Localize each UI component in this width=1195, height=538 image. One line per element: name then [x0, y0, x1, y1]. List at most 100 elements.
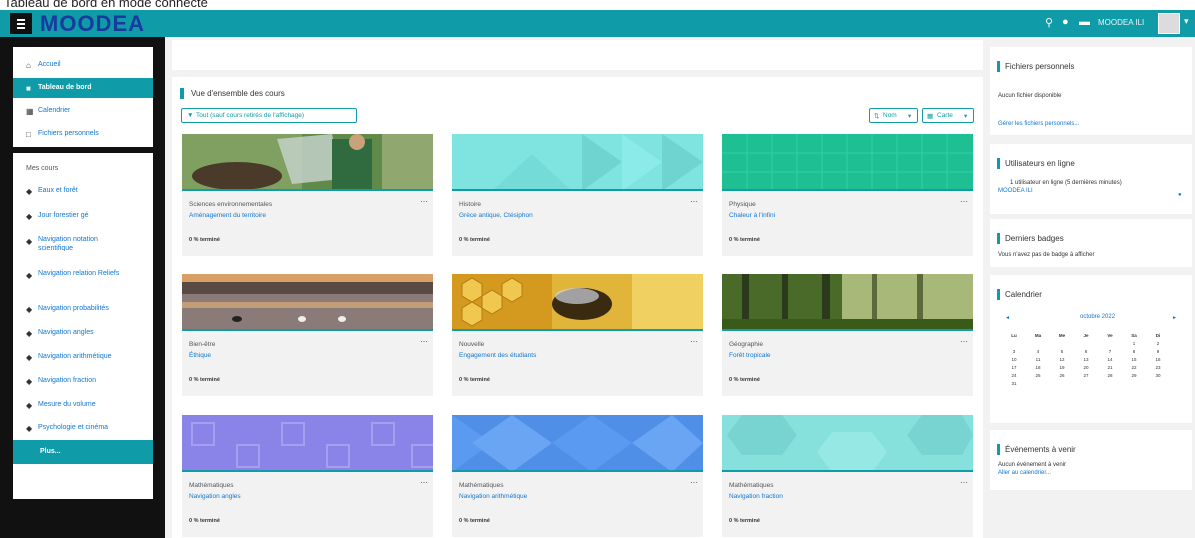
- calendar-day[interactable]: 3: [1002, 347, 1026, 355]
- course-card[interactable]: Physique Chaleur à l'infini ⋯ 0 % termin…: [722, 134, 973, 256]
- sort-dropdown[interactable]: ⇅ Nom ▾: [869, 108, 918, 123]
- nav-course-item[interactable]: ◆ Jour forestier gé: [13, 206, 153, 226]
- avatar[interactable]: [1158, 13, 1180, 34]
- go-to-calendar-link[interactable]: Aller au calendrier...: [998, 470, 1051, 476]
- calendar-day[interactable]: 8: [1122, 347, 1146, 355]
- more-options-icon[interactable]: ⋯: [420, 478, 428, 487]
- course-card[interactable]: Géographie Forêt tropicale ⋯ 0 % terminé: [722, 274, 973, 396]
- nav-more-button[interactable]: Plus...: [13, 440, 153, 464]
- course-card[interactable]: Mathématiques Navigation fraction ⋯ 0 % …: [722, 415, 973, 537]
- course-card[interactable]: Sciences environnementales Aménagement d…: [182, 134, 433, 256]
- nav-course-item[interactable]: ◆ Navigation arithmétique: [13, 347, 153, 367]
- calendar-day[interactable]: 24: [1002, 371, 1026, 379]
- search-icon[interactable]: ⚲: [1045, 16, 1053, 29]
- calendar-day[interactable]: 25: [1026, 371, 1050, 379]
- calendar-day[interactable]: 19: [1050, 363, 1074, 371]
- more-options-icon[interactable]: ⋯: [690, 197, 698, 206]
- more-options-icon[interactable]: ⋯: [960, 197, 968, 206]
- more-options-icon[interactable]: ⋯: [420, 197, 428, 206]
- course-name-link[interactable]: Éthique: [189, 352, 211, 359]
- course-name-link[interactable]: Navigation angles: [189, 493, 241, 500]
- calendar-day[interactable]: 23: [1146, 363, 1170, 371]
- nav-item-tableau-de-bord[interactable]: ■ Tableau de bord: [13, 78, 153, 98]
- hamburger-menu-button[interactable]: [10, 13, 32, 34]
- message-icon[interactable]: ●: [1178, 192, 1182, 198]
- calendar-day[interactable]: 12: [1050, 355, 1074, 363]
- calendar-day[interactable]: 20: [1074, 363, 1098, 371]
- course-name-link[interactable]: Engagement des étudiants: [459, 352, 536, 359]
- course-name-link[interactable]: Navigation arithmétique: [459, 493, 527, 500]
- calendar-day[interactable]: 7: [1098, 347, 1122, 355]
- calendar-day[interactable]: 13: [1074, 355, 1098, 363]
- calendar-day[interactable]: 18: [1026, 363, 1050, 371]
- course-image-cyan-pattern[interactable]: [452, 134, 703, 191]
- course-name-link[interactable]: Chaleur à l'infini: [729, 212, 775, 219]
- calendar-day[interactable]: 6: [1074, 347, 1098, 355]
- calendar-day[interactable]: 9: [1146, 347, 1170, 355]
- calendar-day[interactable]: 11: [1026, 355, 1050, 363]
- calendar-day[interactable]: 17: [1002, 363, 1026, 371]
- course-card[interactable]: Nouvelle Engagement des étudiants ⋯ 0 % …: [452, 274, 703, 396]
- calendar-day[interactable]: 2: [1146, 339, 1170, 347]
- course-name-link[interactable]: Forêt tropicale: [729, 352, 771, 359]
- nav-item-accueil[interactable]: ⌂ Accueil: [13, 55, 153, 75]
- calendar-day[interactable]: 31: [1002, 379, 1026, 387]
- calendar-day[interactable]: 16: [1146, 355, 1170, 363]
- nav-item-fichiers-personnels[interactable]: □ Fichiers personnels: [13, 124, 153, 144]
- course-name-link[interactable]: Aménagement du territoire: [189, 212, 266, 219]
- online-user-link[interactable]: MOODEA ILI: [998, 188, 1033, 194]
- nav-course-item[interactable]: ◆ Navigation fraction: [13, 371, 153, 391]
- calendar-day[interactable]: 26: [1050, 371, 1074, 379]
- nav-item-calendrier[interactable]: ▦ Calendrier: [13, 101, 153, 121]
- calendar-month-label[interactable]: octobre 2022: [1080, 314, 1115, 320]
- course-name-link[interactable]: Grèce antique, Ctésiphon: [459, 212, 533, 219]
- calendar-day[interactable]: 28: [1098, 371, 1122, 379]
- chevron-down-icon[interactable]: ▾: [1184, 16, 1189, 27]
- nav-course-item[interactable]: ◆ Mesure du volume: [13, 395, 153, 415]
- nav-course-item[interactable]: ◆ Eaux et forêt: [13, 181, 153, 201]
- more-options-icon[interactable]: ⋯: [960, 478, 968, 487]
- course-name-link[interactable]: Navigation fraction: [729, 493, 783, 500]
- calendar-day[interactable]: 15: [1122, 355, 1146, 363]
- course-image-nature[interactable]: [182, 134, 433, 191]
- calendar-day[interactable]: 30: [1146, 371, 1170, 379]
- course-card[interactable]: Bien-être Éthique ⋯ 0 % terminé: [182, 274, 433, 396]
- site-logo[interactable]: MOODEA: [40, 11, 145, 37]
- prev-month-button[interactable]: ◄: [1005, 315, 1010, 321]
- nav-course-item[interactable]: ◆ Navigation angles: [13, 323, 153, 343]
- calendar-day[interactable]: 4: [1026, 347, 1050, 355]
- course-filter-dropdown[interactable]: ▼ Tout (sauf cours retirés de l'affichag…: [181, 108, 357, 123]
- course-card[interactable]: Histoire Grèce antique, Ctésiphon ⋯ 0 % …: [452, 134, 703, 256]
- nav-course-item[interactable]: ◆ Psychologie et cinéma: [13, 418, 153, 438]
- course-image-teal-pattern[interactable]: [722, 415, 973, 472]
- chat-bubble-icon[interactable]: ▬: [1079, 16, 1090, 28]
- more-options-icon[interactable]: ⋯: [690, 337, 698, 346]
- more-options-icon[interactable]: ⋯: [420, 337, 428, 346]
- calendar-day[interactable]: 29: [1122, 371, 1146, 379]
- nav-course-item[interactable]: ◆ Navigation notation scientifique: [13, 231, 153, 251]
- more-options-icon[interactable]: ⋯: [960, 337, 968, 346]
- course-image-blue-pattern[interactable]: [452, 415, 703, 472]
- user-menu-name[interactable]: MOODEA ILI: [1098, 18, 1144, 27]
- calendar-day[interactable]: 14: [1098, 355, 1122, 363]
- course-image-lake[interactable]: [182, 274, 433, 331]
- calendar-day[interactable]: 10: [1002, 355, 1026, 363]
- manage-files-link[interactable]: Gérer les fichiers personnels...: [998, 121, 1079, 127]
- course-image-purple-pattern[interactable]: [182, 415, 433, 472]
- calendar-day[interactable]: 27: [1074, 371, 1098, 379]
- view-dropdown[interactable]: ▦ Carte ▾: [922, 108, 974, 123]
- calendar-day[interactable]: 5: [1050, 347, 1074, 355]
- course-image-green-pattern[interactable]: [722, 134, 973, 191]
- course-card[interactable]: Mathématiques Navigation angles ⋯ 0 % te…: [182, 415, 433, 537]
- course-image-bee[interactable]: [452, 274, 703, 331]
- calendar-day[interactable]: 21: [1098, 363, 1122, 371]
- calendar-day[interactable]: 22: [1122, 363, 1146, 371]
- course-card[interactable]: Mathématiques Navigation arithmétique ⋯ …: [452, 415, 703, 537]
- nav-course-item[interactable]: ◆ Navigation relation Reliefs: [13, 265, 153, 285]
- nav-course-item[interactable]: ◆ Navigation probabilités: [13, 299, 153, 319]
- calendar-day[interactable]: 1: [1122, 339, 1146, 347]
- course-image-forest[interactable]: [722, 274, 973, 331]
- more-options-icon[interactable]: ⋯: [690, 478, 698, 487]
- next-month-button[interactable]: ►: [1172, 315, 1177, 321]
- notification-bell-icon[interactable]: ●: [1062, 16, 1069, 28]
